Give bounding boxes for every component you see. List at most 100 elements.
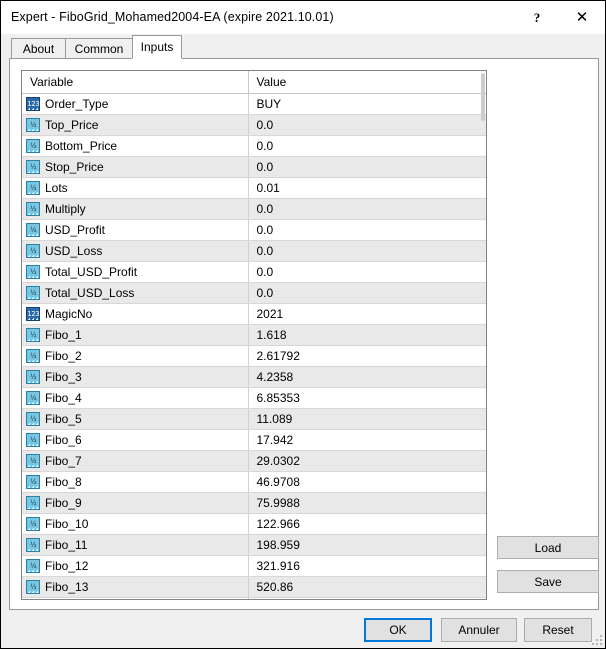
type-icon-text: ½ [30, 563, 36, 570]
cell-variable: 123 MagicNo [22, 304, 248, 325]
variable-name-label: Fibo_4 [45, 391, 82, 405]
variable-name-label: USD_Profit [45, 223, 105, 237]
cell-variable: ½Fibo_9 [22, 493, 248, 514]
cancel-button[interactable]: Annuler [441, 618, 517, 642]
table-row[interactable]: ½Top_Price0.0 [22, 115, 486, 136]
inputs-table: Variable Value 123Order_TypeBUY½Top_Pric… [22, 71, 486, 600]
cell-value[interactable]: 75.9988 [248, 493, 486, 514]
double-type-icon: ½ [26, 349, 40, 363]
cell-value[interactable]: 4.2358 [248, 367, 486, 388]
cell-value[interactable]: 6.85353 [248, 388, 486, 409]
help-button[interactable]: ? [515, 1, 559, 33]
cell-variable: ½Multiply [22, 199, 248, 220]
grid-scrollbar-thumb[interactable] [481, 73, 485, 121]
cell-value[interactable]: 1.618 [248, 325, 486, 346]
cell-value[interactable]: 29.0302 [248, 451, 486, 472]
cell-value[interactable]: 0.0 [248, 283, 486, 304]
inputs-grid[interactable]: Variable Value 123Order_TypeBUY½Top_Pric… [21, 70, 487, 600]
grid-vertical-scrollbar[interactable] [481, 71, 486, 599]
table-row[interactable]: ½Fibo_846.9708 [22, 472, 486, 493]
variable-cell-content: ½ Fibo_12 [22, 556, 248, 576]
table-row[interactable]: ½Fibo_46.85353 [22, 388, 486, 409]
variable-cell-content: ½Fibo_3 [22, 367, 248, 387]
tab-common[interactable]: Common [65, 38, 133, 59]
tab-inputs[interactable]: Inputs [132, 35, 182, 59]
double-type-icon: ½ [26, 517, 40, 531]
cell-value[interactable]: 11.089 [248, 409, 486, 430]
cell-value[interactable]: 46.9708 [248, 472, 486, 493]
table-row[interactable]: ½Multiply0.0 [22, 199, 486, 220]
variable-name-label: Fibo_7 [45, 454, 82, 468]
table-row[interactable]: ½Bottom_Price0.0 [22, 136, 486, 157]
save-button[interactable]: Save [497, 570, 599, 593]
type-icon-text: ½ [30, 248, 36, 255]
resize-grip[interactable] [590, 633, 602, 645]
table-row[interactable]: ½ USD_Profit 0.0 [22, 220, 486, 241]
cell-variable: ½ USD_Profit [22, 220, 248, 241]
cell-value[interactable]: 0.0 [248, 157, 486, 178]
table-row[interactable]: ½Fibo_11.618 [22, 325, 486, 346]
type-icon-text: ½ [30, 185, 36, 192]
variable-name-label: Fibo_12 [45, 559, 88, 573]
cell-value[interactable]: 520.86 [248, 577, 486, 598]
cell-value[interactable]: 0.0 [248, 136, 486, 157]
table-row[interactable]: 123Order_TypeBUY [22, 94, 486, 115]
cell-value[interactable]: 0.01 [248, 178, 486, 199]
cell-value[interactable]: 0.0 [248, 241, 486, 262]
cell-value[interactable]: 842.751 [248, 598, 486, 601]
double-type-icon: ½ [26, 370, 40, 384]
title-bar[interactable]: Expert - FiboGrid_Mohamed2004-EA (expire… [1, 1, 605, 34]
table-row[interactable]: ½Fibo_511.089 [22, 409, 486, 430]
ok-button[interactable]: OK [364, 618, 432, 642]
table-row[interactable]: ½Fibo_975.9988 [22, 493, 486, 514]
table-row[interactable]: 123 MagicNo 2021 [22, 304, 486, 325]
variable-cell-content: ½Fibo_5 [22, 409, 248, 429]
column-header-variable[interactable]: Variable [22, 71, 248, 94]
cell-value[interactable]: 198.959 [248, 535, 486, 556]
cell-variable: ½Fibo_11 [22, 535, 248, 556]
table-row[interactable]: ½Stop_Price0.0 [22, 157, 486, 178]
table-row[interactable]: ½Fibo_617.942 [22, 430, 486, 451]
type-icon-text: 123 [27, 311, 39, 318]
cell-value[interactable]: 0.0 [248, 115, 486, 136]
table-row[interactable]: ½Fibo_729.0302 [22, 451, 486, 472]
cell-value[interactable]: 0.0 [248, 262, 486, 283]
expert-properties-dialog: Expert - FiboGrid_Mohamed2004-EA (expire… [0, 0, 606, 649]
cell-variable: 123Order_Type [22, 94, 248, 115]
table-row[interactable]: ½Lots0.01 [22, 178, 486, 199]
cell-value[interactable]: 0.0 [248, 220, 486, 241]
close-button[interactable]: ✕ [560, 1, 604, 33]
cell-value[interactable]: 2021 [248, 304, 486, 325]
cell-value[interactable]: 17.942 [248, 430, 486, 451]
variable-cell-content: ½ USD_Profit [22, 220, 248, 240]
tab-about[interactable]: About [11, 38, 66, 59]
table-row[interactable]: ½Total_USD_Loss0.0 [22, 283, 486, 304]
variable-name-label: MagicNo [45, 307, 92, 321]
inputs-grid-viewport: Variable Value 123Order_TypeBUY½Top_Pric… [22, 71, 487, 600]
variable-name-label: Fibo_6 [45, 433, 82, 447]
table-row[interactable]: ½ USD_Loss 0.0 [22, 241, 486, 262]
variable-cell-content: ½Fibo_13 [22, 577, 248, 597]
cell-value[interactable]: 2.61792 [248, 346, 486, 367]
tab-strip: About Common Inputs [1, 34, 605, 59]
double-type-icon: ½ [26, 265, 40, 279]
cell-value[interactable]: 122.966 [248, 514, 486, 535]
reset-button[interactable]: Reset [524, 618, 592, 642]
variable-name-label: USD_Loss [45, 244, 102, 258]
table-row[interactable]: ½Fibo_11198.959 [22, 535, 486, 556]
table-row[interactable]: ½Fibo_14842.751 [22, 598, 486, 601]
table-row[interactable]: ½ Fibo_12 321.916 [22, 556, 486, 577]
table-row[interactable]: ½Fibo_34.2358 [22, 367, 486, 388]
double-type-icon: ½ [26, 223, 40, 237]
table-row[interactable]: ½Total_USD_Profit0.0 [22, 262, 486, 283]
table-row[interactable]: ½Fibo_10122.966 [22, 514, 486, 535]
table-row[interactable]: ½Fibo_13520.86 [22, 577, 486, 598]
double-type-icon: ½ [26, 118, 40, 132]
column-header-value[interactable]: Value [248, 71, 486, 94]
cell-value[interactable]: BUY [248, 94, 486, 115]
cell-value[interactable]: 0.0 [248, 199, 486, 220]
load-button[interactable]: Load [497, 536, 599, 559]
type-icon-text: ½ [30, 143, 36, 150]
cell-value[interactable]: 321.916 [248, 556, 486, 577]
table-row[interactable]: ½Fibo_22.61792 [22, 346, 486, 367]
